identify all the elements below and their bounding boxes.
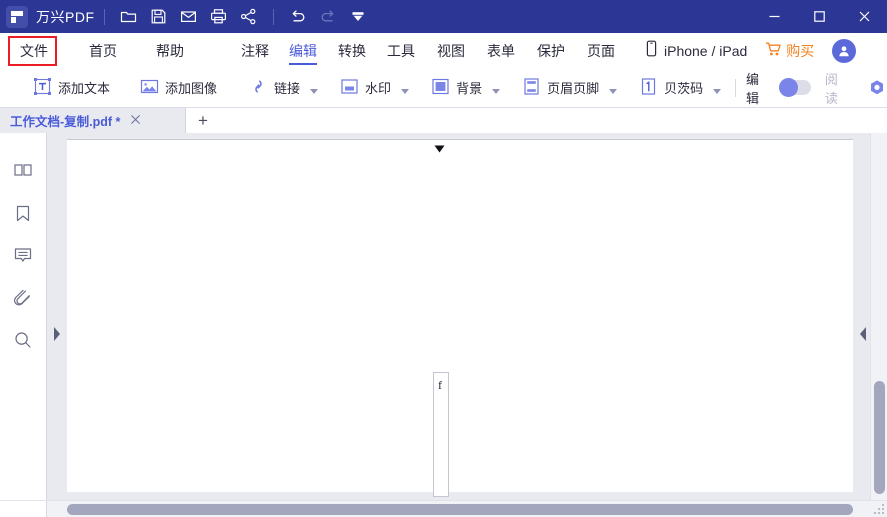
link-button[interactable]: 链接 (245, 72, 322, 104)
horizontal-scrollbar-thumb[interactable] (67, 504, 853, 515)
header-footer-button[interactable]: 页眉页脚 (518, 72, 621, 104)
thumbnails-panel-icon[interactable] (10, 159, 36, 185)
bates-numbering-button[interactable]: 贝茨码 (635, 72, 725, 104)
main-menu-bar: 文件 首页 帮助 注释 编辑 转换 工具 视图 表单 保护 页面 iPhone … (0, 33, 887, 68)
add-text-button[interactable]: 添加文本 (29, 72, 114, 104)
text-edit-box-content: f (438, 378, 442, 392)
header-footer-icon (522, 77, 541, 99)
background-icon (431, 77, 450, 99)
background-label: 背景 (456, 81, 483, 96)
settings-gear-icon[interactable] (867, 78, 887, 98)
add-image-icon (140, 77, 159, 99)
bookmarks-panel-icon[interactable] (10, 201, 36, 227)
app-brand-title: 万兴PDF (36, 8, 95, 25)
minimize-icon[interactable] (752, 0, 797, 33)
header-footer-label: 页眉页脚 (547, 81, 600, 96)
bottom-left-gutter (0, 500, 47, 517)
document-tab-label: 工作文档-复制.pdf * (10, 115, 121, 129)
search-panel-icon[interactable] (10, 327, 36, 353)
wondershare-pdf-logo-icon (6, 5, 28, 28)
titlebar-divider-2 (272, 8, 274, 25)
left-panel-rail (0, 133, 47, 517)
horizontal-scrollbar[interactable] (47, 500, 887, 517)
link-label: 链接 (274, 81, 301, 96)
resize-grip-icon[interactable] (874, 504, 885, 515)
watermark-dropdown-caret-icon[interactable] (401, 88, 410, 94)
titlebar-divider-1 (103, 8, 105, 25)
header-footer-dropdown-caret-icon[interactable] (609, 88, 618, 94)
ribbon-divider (735, 78, 737, 97)
buy-label: 购买 (786, 42, 815, 59)
user-avatar-icon[interactable] (832, 38, 857, 63)
menu-item-home[interactable]: 首页 (89, 33, 117, 68)
edit-read-mode-toggle[interactable] (779, 78, 811, 97)
maximize-icon[interactable] (797, 0, 842, 33)
print-icon[interactable] (204, 2, 234, 32)
document-tab[interactable]: 工作文档-复制.pdf * (0, 108, 186, 133)
add-image-button[interactable]: 添加图像 (136, 72, 221, 104)
link-icon (249, 77, 268, 99)
menu-item-help[interactable]: 帮助 (156, 33, 184, 68)
add-image-label: 添加图像 (165, 81, 218, 96)
add-text-icon (33, 77, 52, 99)
collapse-right-panel-icon[interactable] (858, 325, 868, 343)
watermark-icon (340, 77, 359, 99)
document-workspace: f (47, 133, 887, 517)
tab-bar-filler (220, 108, 887, 133)
toggle-knob (779, 78, 799, 97)
close-icon[interactable] (842, 0, 887, 33)
phone-icon (645, 40, 658, 62)
iphone-ipad-label: iPhone / iPad (664, 42, 748, 59)
open-folder-icon[interactable] (114, 2, 144, 32)
undo-icon[interactable] (283, 2, 313, 32)
pdf-page-canvas[interactable]: f (67, 139, 853, 497)
menu-item-page[interactable]: 页面 (587, 33, 615, 68)
menu-item-file[interactable]: 文件 (20, 33, 48, 68)
menu-item-form[interactable]: 表单 (487, 33, 515, 68)
mode-toggle-edit-label: 编辑 (746, 71, 760, 106)
email-icon[interactable] (174, 2, 204, 32)
redo-icon (313, 2, 343, 32)
watermark-label: 水印 (365, 81, 392, 96)
iphone-ipad-button[interactable]: iPhone / iPad (645, 40, 747, 62)
window-controls (752, 0, 887, 33)
menu-item-tools[interactable]: 工具 (387, 33, 415, 68)
bates-dropdown-caret-icon[interactable] (713, 88, 722, 94)
edit-ribbon-toolbar: 添加文本 添加图像 链接 水印 背景 页眉页脚 贝茨码 编辑 阅读 (0, 68, 887, 108)
new-tab-button[interactable]: + (186, 108, 220, 133)
menu-item-convert[interactable]: 转换 (338, 33, 366, 68)
cart-icon (765, 41, 782, 60)
menu-item-protect[interactable]: 保护 (537, 33, 565, 68)
vertical-scrollbar-thumb[interactable] (874, 381, 885, 494)
share-icon[interactable] (234, 2, 264, 32)
text-edit-box[interactable]: f (433, 372, 449, 497)
app-window: 万兴PDF 文件 首页 帮助 注释 编辑 转换 工具 视图 表单 保护 页面 i… (0, 0, 887, 517)
vertical-scrollbar[interactable] (870, 133, 887, 517)
background-dropdown-caret-icon[interactable] (492, 88, 501, 94)
page-top-marker-icon (434, 140, 445, 153)
add-text-label: 添加文本 (58, 81, 111, 96)
document-tab-bar: 工作文档-复制.pdf * + (0, 108, 887, 133)
link-dropdown-caret-icon[interactable] (310, 88, 319, 94)
watermark-button[interactable]: 水印 (336, 72, 413, 104)
comments-panel-icon[interactable] (10, 243, 36, 269)
background-button[interactable]: 背景 (427, 72, 504, 104)
customize-dropdown-icon[interactable] (343, 2, 373, 32)
close-tab-icon[interactable] (130, 114, 141, 127)
bates-numbering-icon (639, 77, 658, 99)
menu-item-edit[interactable]: 编辑 (289, 33, 317, 68)
mode-toggle-read-label: 阅读 (824, 71, 838, 106)
title-bar: 万兴PDF (0, 0, 887, 33)
buy-button[interactable]: 购买 (765, 41, 814, 61)
menu-item-view[interactable]: 视图 (437, 33, 465, 68)
save-icon[interactable] (144, 2, 174, 32)
expand-left-panel-icon[interactable] (52, 325, 62, 343)
attachments-panel-icon[interactable] (10, 285, 36, 311)
bates-numbering-label: 贝茨码 (664, 81, 704, 96)
menu-item-annotate[interactable]: 注释 (241, 33, 269, 68)
